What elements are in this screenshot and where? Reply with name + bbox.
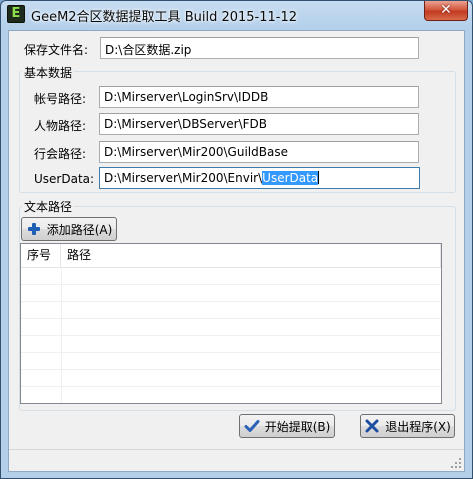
basic-data-title: 基本数据 — [22, 64, 75, 81]
x-icon — [365, 419, 379, 433]
text-path-list[interactable]: 序号 路径 — [20, 243, 442, 404]
empty-row — [21, 353, 441, 370]
text-caret — [318, 171, 320, 184]
status-bar — [9, 449, 464, 471]
userdata-path-input[interactable]: D:\Mirserver\Mir200\Envir\UserData — [99, 167, 420, 189]
start-extract-button-label: 开始提取(B) — [264, 419, 331, 434]
column-header-index[interactable]: 序号 — [21, 244, 61, 268]
close-button[interactable]: ✕ — [424, 1, 468, 21]
userdata-path-label: UserData: — [34, 172, 95, 186]
userdata-path-prefix: D:\Mirserver\Mir200\Envir\ — [104, 171, 263, 185]
add-path-button[interactable]: 添加路径(A) — [21, 217, 117, 241]
account-path-input[interactable]: D:\Mirserver\LoginSrv\IDDB — [99, 86, 419, 108]
column-header-path[interactable]: 路径 — [61, 244, 441, 268]
empty-row — [21, 268, 441, 285]
save-file-label: 保存文件名: — [24, 43, 89, 57]
exit-button[interactable]: 退出程序(X) — [360, 414, 455, 438]
check-icon — [244, 420, 260, 432]
character-path-input[interactable]: D:\Mirserver\DBServer\FDB — [99, 113, 419, 135]
empty-row — [21, 319, 441, 336]
save-file-input[interactable]: D:\合区数据.zip — [100, 37, 419, 59]
guild-path-label: 行会路径: — [34, 147, 87, 161]
start-extract-button[interactable]: 开始提取(B) — [239, 414, 335, 438]
guild-path-input[interactable]: D:\Mirserver\Mir200\GuildBase — [99, 141, 419, 163]
userdata-path-selection: UserData — [262, 171, 319, 185]
account-path-label: 帐号路径: — [34, 92, 87, 106]
empty-row — [21, 387, 441, 403]
empty-row — [21, 336, 441, 353]
app-logo-icon: E — [7, 5, 25, 23]
text-path-title: 文本路径 — [22, 198, 75, 215]
title-bar[interactable]: E GeeM2合区数据提取工具 Build 2015-11-12 ✕ — [1, 1, 472, 29]
app-window: E GeeM2合区数据提取工具 Build 2015-11-12 ✕ 保存文件名… — [0, 0, 473, 479]
list-header: 序号 路径 — [21, 244, 441, 268]
add-path-button-label: 添加路径(A) — [46, 222, 113, 237]
character-path-label: 人物路径: — [34, 119, 87, 133]
list-body[interactable] — [21, 268, 441, 403]
empty-row — [21, 302, 441, 319]
empty-row — [21, 370, 441, 387]
plus-icon — [27, 223, 40, 235]
exit-button-label: 退出程序(X) — [385, 419, 451, 434]
empty-row — [21, 285, 441, 302]
resize-grip-icon[interactable] — [450, 457, 462, 469]
window-title: GeeM2合区数据提取工具 Build 2015-11-12 — [31, 10, 298, 25]
main-panel: 保存文件名: D:\合区数据.zip 基本数据 帐号路径: D:\Mirserv… — [8, 30, 465, 472]
